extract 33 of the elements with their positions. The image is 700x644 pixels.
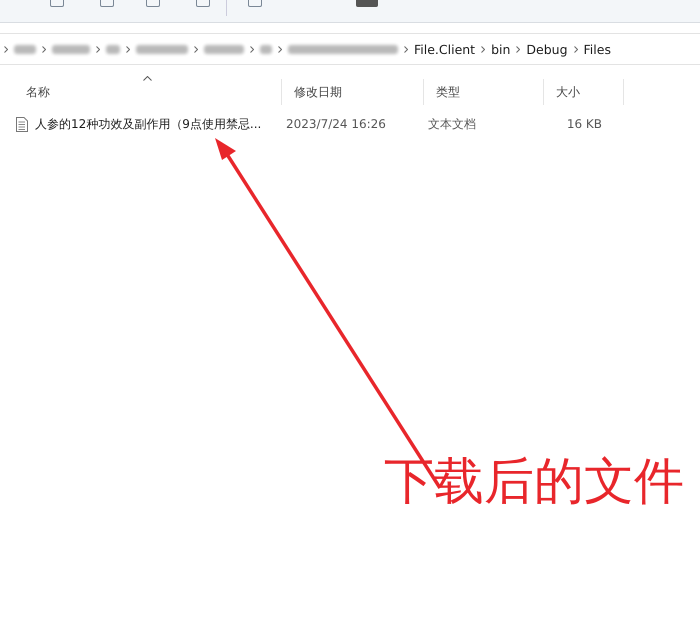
blurred-folder-name[interactable] (136, 44, 188, 54)
breadcrumb-item[interactable]: Files (584, 42, 611, 56)
blurred-folder-name[interactable] (288, 44, 398, 54)
file-size: 16 KB (566, 117, 602, 131)
chevron-icon (516, 46, 520, 52)
chevron-icon (481, 46, 486, 52)
column-header[interactable]: 名称 (14, 79, 282, 105)
blurred-folder-name[interactable] (52, 44, 90, 54)
chevron-icon (404, 46, 408, 52)
blurred-folder-name[interactable] (106, 44, 120, 54)
breadcrumb-item[interactable]: Debug (526, 42, 568, 56)
chevron-icon (278, 46, 282, 52)
annotation-text: 下载后的文件 (384, 451, 684, 512)
modified-date: 2023/7/24 16:26 (286, 117, 386, 131)
blurred-folder-name[interactable] (260, 44, 272, 54)
chevron-icon (42, 46, 46, 52)
column-header[interactable]: 修改日期 (282, 79, 424, 105)
chevron-icon (250, 46, 254, 52)
chevron-icon (4, 46, 8, 52)
file-name[interactable]: 人参的12种功效及副作用（9点使用禁忌... (35, 116, 262, 132)
breadcrumb-item[interactable]: File.Client (414, 42, 476, 56)
chevron-icon (194, 46, 198, 52)
column-header[interactable]: 大小 (544, 79, 624, 105)
text-file-icon (16, 116, 28, 132)
blurred-folder-name[interactable] (204, 44, 244, 54)
address-bar[interactable]: File.Client bin Debug Files (0, 33, 700, 65)
blurred-folder-name[interactable] (14, 44, 36, 54)
column-header[interactable]: 类型 (424, 79, 544, 105)
file-type: 文本文档 (428, 116, 476, 132)
breadcrumb-item[interactable]: bin (491, 42, 510, 56)
chevron-icon (574, 46, 578, 52)
chevron-icon (126, 46, 130, 52)
chevron-icon (96, 46, 100, 52)
